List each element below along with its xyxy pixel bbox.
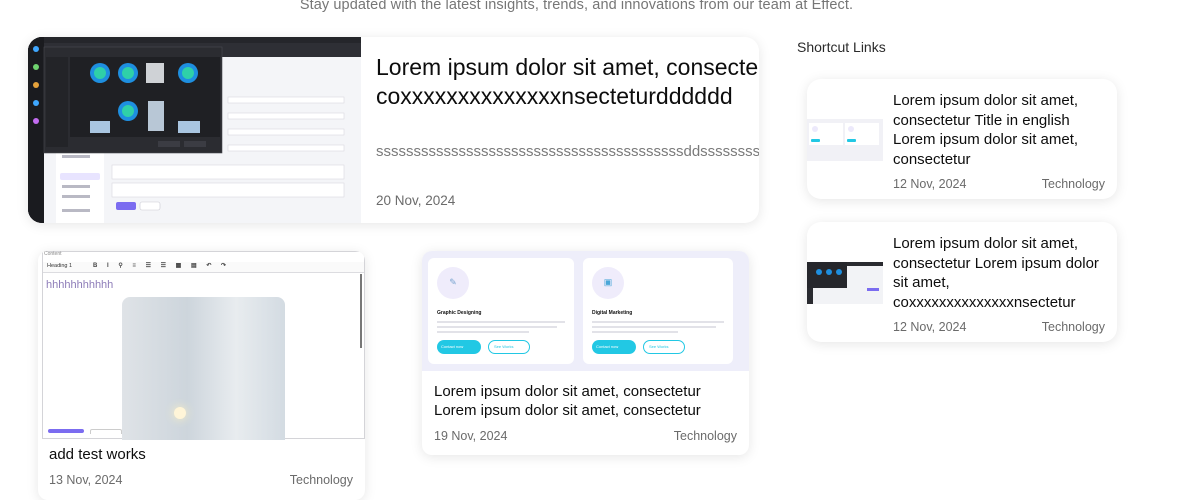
shortcut-link-title[interactable]: Lorem ipsum dolor sit amet, consectetur … [893,234,1111,312]
post-card[interactable]: Content Heading 1 B I ⚲ ≡ ☰ ☰ ▦ ▤ ↶ ↷ hh… [38,251,365,500]
shortcut-links-heading: Shortcut Links [797,39,886,55]
service-name: Digital Marketing [592,310,633,316]
featured-post-thumbnail [28,37,361,223]
shortcut-link-thumbnail [807,262,883,304]
editor-image [122,297,285,440]
pen-tool-icon: ✎ [437,267,469,299]
post-title[interactable]: add test works [49,445,146,464]
featured-post-excerpt: ssssssssssssssssssssssssssssssssssssssss… [376,143,759,160]
post-thumbnail: Content Heading 1 B I ⚲ ≡ ☰ ☰ ▦ ▤ ↶ ↷ hh… [42,251,365,440]
editor-format-icons: B I ⚲ ≡ ☰ ☰ ▦ ▤ ↶ ↷ [93,263,231,269]
post-card[interactable]: ✎ Graphic Designing Contact now See Work… [422,251,749,455]
featured-post-title-line-2[interactable]: coxxxxxxxxxxxxxxnsecteturdddddd [376,82,759,111]
see-works-button: See Works [488,340,530,354]
editor-body-text: hhhhhhhhhhh [46,279,114,291]
featured-post-title[interactable]: Lorem ipsum dolor sit amet, consecte cox… [376,53,759,111]
contact-now-button: Contact now [437,340,481,354]
shortcut-link-title[interactable]: Lorem ipsum dolor sit amet, consectetur … [893,91,1111,169]
featured-post-card[interactable]: Lorem ipsum dolor sit amet, consecte cox… [28,37,759,223]
post-date: 13 Nov, 2024 [49,473,123,487]
thumbnail-reset-button [90,429,122,434]
service-card: ▣ Digital Marketing Contact now See Work… [583,258,733,364]
shortcut-link-category[interactable]: Technology [1042,177,1105,191]
contact-now-button: Contact now [592,340,636,354]
shortcut-link-card[interactable]: Lorem ipsum dolor sit amet, consectetur … [807,79,1117,199]
post-thumbnail: ✎ Graphic Designing Contact now See Work… [422,251,749,371]
shortcut-link-date: 12 Nov, 2024 [893,320,967,334]
shortcut-link-thumbnail [807,119,883,161]
post-category[interactable]: Technology [290,473,353,487]
shortcut-link-category[interactable]: Technology [1042,320,1105,334]
thumbnail-submit-button [48,429,84,433]
post-date: 19 Nov, 2024 [434,429,508,443]
service-card: ✎ Graphic Designing Contact now See Work… [428,258,574,364]
editor-field-label: Content [44,251,62,257]
editor-heading-select: Heading 1 [47,263,73,269]
see-works-button: See Works [643,340,685,354]
shortcut-link-date: 12 Nov, 2024 [893,177,967,191]
featured-post-title-line-1[interactable]: Lorem ipsum dolor sit amet, consecte [376,53,759,82]
post-category[interactable]: Technology [674,429,737,443]
page-subtitle: Stay updated with the latest insights, t… [299,0,854,13]
chart-icon: ▣ [592,267,624,299]
service-name: Graphic Designing [437,310,482,316]
featured-post-date: 20 Nov, 2024 [376,193,456,208]
shortcut-link-card[interactable]: Lorem ipsum dolor sit amet, consectetur … [807,222,1117,342]
editor-scrollbar [360,274,362,348]
editor-toolbar: Heading 1 B I ⚲ ≡ ☰ ☰ ▦ ▤ ↶ ↷ [43,262,364,273]
post-title[interactable]: Lorem ipsum dolor sit amet, consectetur … [434,382,739,420]
